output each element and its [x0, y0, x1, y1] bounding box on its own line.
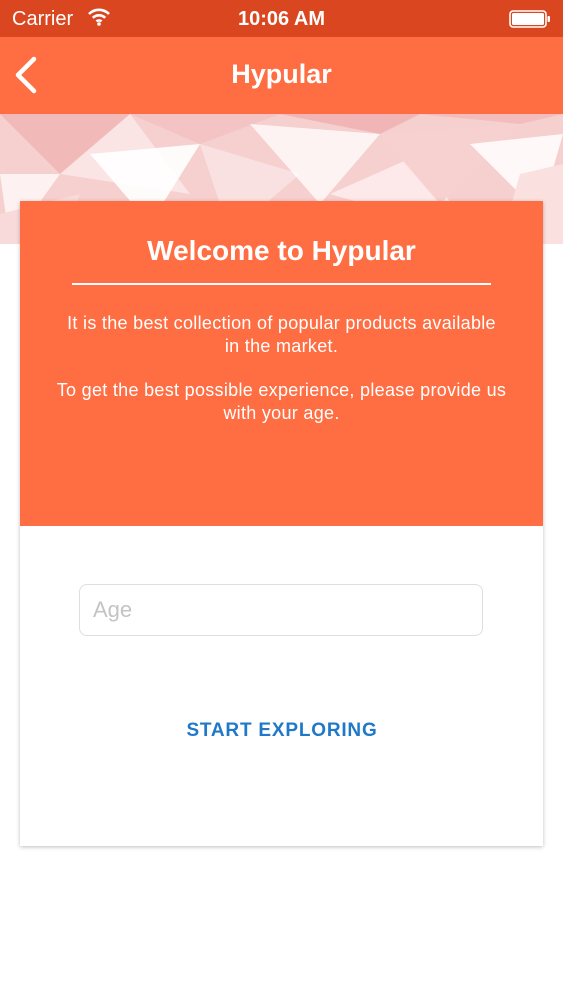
- title-divider: [72, 283, 491, 285]
- status-time: 10:06 AM: [237, 8, 326, 30]
- nav-bar: Hypular: [0, 37, 563, 114]
- nav-title: Hypular: [231, 59, 332, 89]
- status-bar: Carrier 10:06 AM: [0, 0, 563, 37]
- welcome-title: Welcome to Hypular: [147, 235, 416, 266]
- description-text: It is the best collection of popular pro…: [67, 313, 496, 356]
- age-request-text: To get the best possible experience, ple…: [56, 380, 507, 423]
- welcome-card: Welcome to Hypular It is the best collec…: [20, 201, 543, 846]
- card-header: Welcome to Hypular It is the best collec…: [20, 201, 543, 526]
- age-input[interactable]: [79, 584, 483, 636]
- start-exploring-button[interactable]: START EXPLORING: [132, 713, 432, 749]
- battery-icon: [509, 10, 550, 28]
